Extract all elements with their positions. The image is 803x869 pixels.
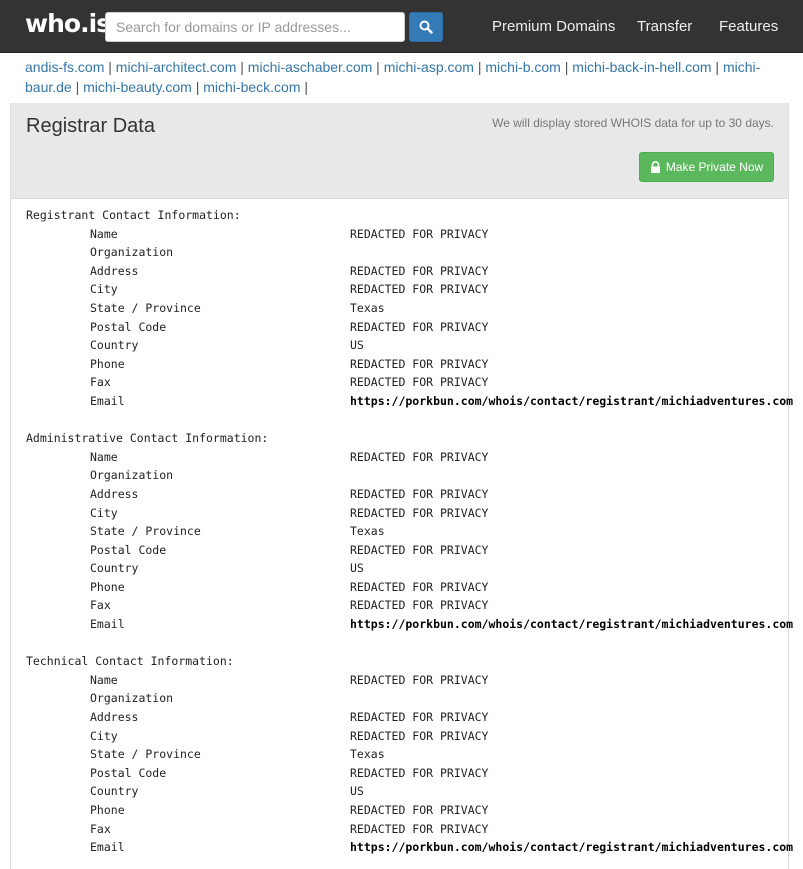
- separator: |: [711, 59, 723, 75]
- field-value: REDACTED FOR PRIVACY: [350, 710, 489, 725]
- field-label: City: [90, 728, 118, 743]
- nav-transfer[interactable]: Transfer: [637, 0, 692, 52]
- field-label: Country: [90, 784, 139, 799]
- separator: |: [560, 59, 573, 75]
- field-label: Email: [90, 840, 125, 855]
- field-label: City: [90, 505, 118, 520]
- related-domain-link[interactable]: michi-beck.com: [203, 79, 300, 95]
- field-label: State / Province: [90, 300, 201, 315]
- field-value: REDACTED FOR PRIVACY: [350, 375, 489, 390]
- field-value: Texas: [350, 524, 385, 539]
- field-value: REDACTED FOR PRIVACY: [350, 579, 489, 594]
- separator: |: [104, 59, 116, 75]
- field-value: REDACTED FOR PRIVACY: [350, 765, 489, 780]
- field-label: Name: [90, 672, 118, 687]
- related-domain-link[interactable]: michi-aschaber.com: [248, 59, 373, 75]
- field-label: Address: [90, 486, 139, 501]
- related-domain-link[interactable]: michi-back-in-hell.com: [572, 59, 711, 75]
- field-label: Organization: [90, 468, 174, 483]
- field-label: Name: [90, 449, 118, 464]
- registrar-data-panel: Registrar Data We will display stored WH…: [10, 103, 793, 869]
- field-label: Phone: [90, 579, 125, 594]
- contact-section-heading: Registrant Contact Information:: [26, 208, 241, 222]
- panel-header: Registrar Data We will display stored WH…: [11, 103, 788, 199]
- field-value: REDACTED FOR PRIVACY: [350, 728, 489, 743]
- field-value: REDACTED FOR PRIVACY: [350, 598, 489, 613]
- field-label: Email: [90, 617, 125, 632]
- email-contact-link[interactable]: https://porkbun.com/whois/contact/regist…: [350, 838, 793, 857]
- field-label: Organization: [90, 245, 174, 260]
- field-value: REDACTED FOR PRIVACY: [350, 263, 489, 278]
- related-domain-link[interactable]: michi-architect.com: [116, 59, 237, 75]
- field-label: Name: [90, 226, 118, 241]
- field-label: Phone: [90, 803, 125, 817]
- related-domains-list: andis-fs.com | michi-architect.com | mic…: [25, 57, 775, 97]
- field-label: Email: [90, 393, 125, 408]
- field-label: Phone: [90, 356, 125, 371]
- field-label: Organization: [90, 691, 174, 706]
- related-domain-link[interactable]: michi-b.com: [485, 59, 560, 75]
- email-contact-link[interactable]: https://porkbun.com/whois/contact/regist…: [350, 392, 793, 411]
- field-label: Postal Code: [90, 542, 167, 557]
- nav-premium-domains[interactable]: Premium Domains: [492, 0, 615, 52]
- separator: |: [473, 59, 486, 75]
- email-contact-link[interactable]: https://porkbun.com/whois/contact/regist…: [350, 615, 793, 634]
- field-label: Address: [90, 710, 139, 725]
- separator: |: [191, 79, 204, 95]
- field-label: Country: [90, 561, 139, 576]
- field-label: Country: [90, 338, 139, 353]
- field-value: REDACTED FOR PRIVACY: [350, 505, 489, 520]
- separator: |: [300, 79, 309, 95]
- related-domain-link[interactable]: andis-fs.com: [25, 59, 104, 75]
- field-label: Fax: [90, 598, 111, 613]
- retention-note: We will display stored WHOIS data for up…: [492, 116, 774, 130]
- field-label: State / Province: [90, 747, 201, 762]
- separator: |: [71, 79, 84, 95]
- field-value: US: [350, 561, 364, 576]
- search-icon: [419, 20, 433, 34]
- separator: |: [236, 59, 248, 75]
- field-value: REDACTED FOR PRIVACY: [350, 542, 489, 557]
- related-domain-link[interactable]: michi-beauty.com: [83, 79, 192, 95]
- search-button[interactable]: [409, 12, 443, 42]
- field-value: REDACTED FOR PRIVACY: [350, 356, 489, 371]
- lock-icon: [650, 161, 660, 173]
- field-label: Postal Code: [90, 765, 167, 780]
- field-value: REDACTED FOR PRIVACY: [350, 821, 489, 836]
- field-label: Postal Code: [90, 319, 167, 334]
- separator: |: [372, 59, 384, 75]
- field-value: REDACTED FOR PRIVACY: [350, 319, 489, 334]
- field-value: REDACTED FOR PRIVACY: [350, 486, 489, 501]
- make-private-label: Make Private Now: [665, 160, 764, 174]
- field-value: REDACTED FOR PRIVACY: [350, 449, 489, 464]
- field-label: City: [90, 282, 118, 297]
- field-value: REDACTED FOR PRIVACY: [350, 282, 489, 297]
- site-logo[interactable]: who.is: [25, 9, 111, 38]
- top-navbar: who.is Premium Domains Transfer Features: [0, 0, 803, 53]
- field-value: Texas: [350, 747, 385, 762]
- field-value: REDACTED FOR PRIVACY: [350, 226, 489, 241]
- search-input[interactable]: [105, 12, 405, 42]
- related-domain-link[interactable]: michi-asp.com: [384, 59, 474, 75]
- nav-features[interactable]: Features: [719, 0, 778, 52]
- contact-section-heading: Administrative Contact Information:: [26, 431, 269, 446]
- field-label: State / Province: [90, 524, 201, 539]
- field-label: Fax: [90, 821, 111, 836]
- field-value: REDACTED FOR PRIVACY: [350, 803, 489, 817]
- field-label: Address: [90, 263, 139, 278]
- field-value: REDACTED FOR PRIVACY: [350, 672, 489, 687]
- panel-title: Registrar Data: [26, 115, 155, 137]
- make-private-button[interactable]: Make Private Now: [639, 152, 774, 182]
- field-label: Fax: [90, 375, 111, 390]
- contact-section-heading: Technical Contact Information:: [26, 654, 234, 669]
- field-value: Texas: [350, 300, 385, 315]
- field-value: US: [350, 338, 364, 353]
- field-value: US: [350, 784, 364, 799]
